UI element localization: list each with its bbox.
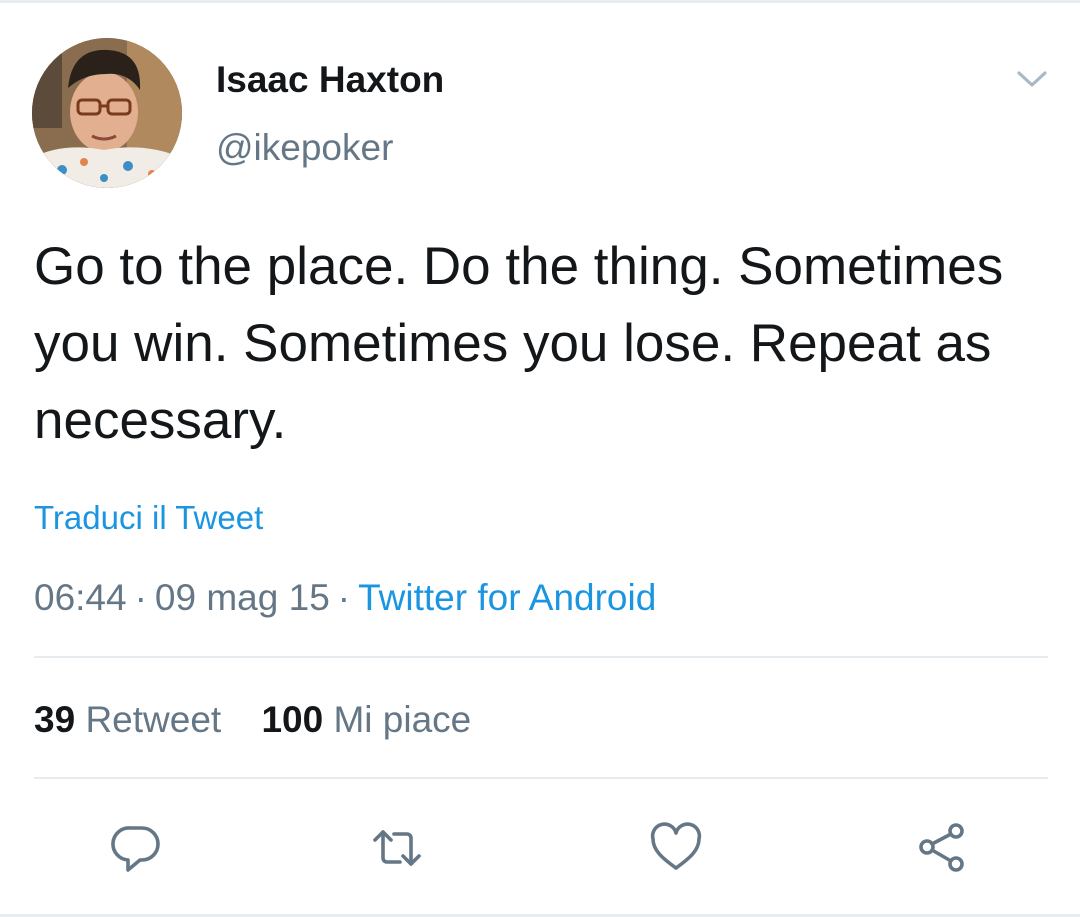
display-name[interactable]: Isaac Haxton xyxy=(216,58,444,102)
reply-icon xyxy=(111,826,160,872)
tweet-source-link[interactable]: Twitter for Android xyxy=(358,577,656,618)
likes-count: 100 xyxy=(261,699,324,740)
tweet-stats: 39 Retweet 100 Mi piace xyxy=(34,696,471,744)
tweet-time: 06:44 xyxy=(34,577,127,618)
meta-separator: · xyxy=(134,577,147,618)
avatar[interactable] xyxy=(32,38,182,188)
retweet-icon xyxy=(373,830,421,866)
top-divider xyxy=(0,0,1080,3)
tweet-text: Go to the place. Do the thing. Sometimes… xyxy=(34,237,1004,450)
heart-icon xyxy=(650,822,702,870)
meta-separator: · xyxy=(337,577,351,618)
translate-tweet-link[interactable]: Traduci il Tweet xyxy=(34,496,263,540)
tweet-date: 09 mag 15 xyxy=(154,577,330,618)
share-icon xyxy=(919,823,964,872)
user-handle[interactable]: @ikepoker xyxy=(216,126,393,170)
tweet-detail: Isaac Haxton @ikepoker Go to the place. … xyxy=(0,0,1080,917)
likes-stat[interactable]: 100 Mi piace xyxy=(261,696,471,744)
divider xyxy=(34,656,1048,658)
tweet-metadata: 06:44 · 09 mag 15 · Twitter for Android xyxy=(34,574,656,622)
retweets-stat[interactable]: 39 Retweet xyxy=(34,696,221,744)
likes-label: Mi piace xyxy=(333,699,472,740)
avatar-image xyxy=(32,38,182,188)
divider xyxy=(34,777,1048,779)
share-button[interactable] xyxy=(914,820,970,876)
like-button[interactable] xyxy=(648,820,704,876)
reply-button[interactable] xyxy=(108,820,164,876)
retweet-button[interactable] xyxy=(369,820,425,876)
chevron-down-icon[interactable] xyxy=(1014,64,1050,94)
retweets-count: 39 xyxy=(34,699,76,740)
retweets-label: Retweet xyxy=(85,699,222,740)
